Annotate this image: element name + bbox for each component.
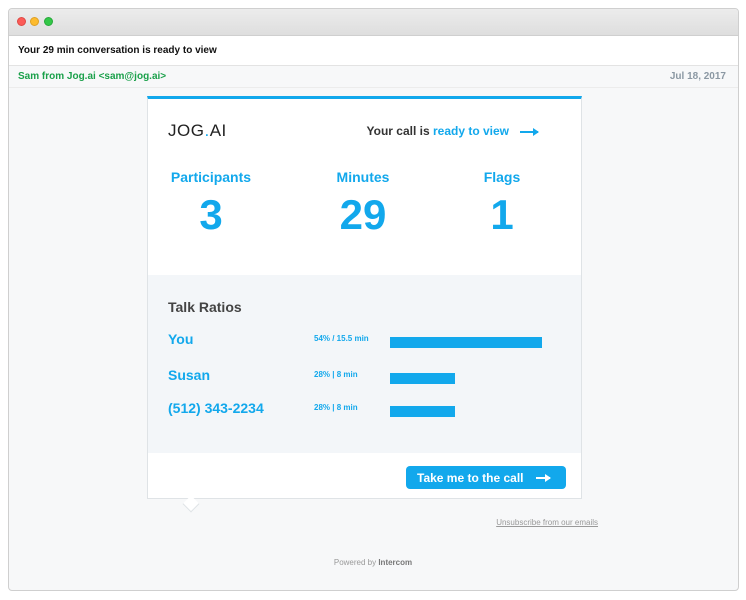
talk-ratio-text: 54% / 15.5 min <box>314 334 369 343</box>
talk-ratio-row: Susan 28% | 8 min <box>168 367 568 387</box>
logo-text-left: JOG <box>168 121 205 140</box>
powered-by-prefix: Powered by <box>333 558 379 567</box>
email-sender: Sam from Jog.ai <sam@jog.ai> <box>18 71 167 82</box>
talk-ratio-row: You 54% / 15.5 min <box>168 331 568 351</box>
ready-to-view-link[interactable]: ready to view <box>433 124 509 138</box>
close-window-button[interactable] <box>17 17 26 26</box>
arrow-right-icon <box>536 474 551 482</box>
talk-ratios-section: Talk Ratios You 54% / 15.5 min Susan 28%… <box>148 275 581 453</box>
powered-by-brand[interactable]: Intercom <box>378 558 412 567</box>
stat-participants: Participants 3 <box>168 169 254 239</box>
talk-ratio-bar <box>390 337 542 348</box>
sender-bar: Sam from Jog.ai <sam@jog.ai> Jul 18, 201… <box>9 66 738 88</box>
participant-name: You <box>168 331 194 347</box>
talk-ratio-text: 28% | 8 min <box>314 370 358 379</box>
talk-ratio-text: 28% | 8 min <box>314 403 358 412</box>
email-date: Jul 18, 2017 <box>669 71 726 82</box>
stat-value: 1 <box>490 191 514 238</box>
stat-label: Minutes <box>336 169 390 185</box>
talk-ratios-title: Talk Ratios <box>168 299 242 315</box>
ready-prefix: Your call is <box>366 124 433 138</box>
stat-value: 29 <box>339 191 387 238</box>
talk-ratio-bar <box>390 373 456 384</box>
talk-ratio-bar-track <box>390 337 542 348</box>
logo-text-right: AI <box>209 121 227 140</box>
maximize-window-button[interactable] <box>44 17 53 26</box>
email-card: JOG.AI Your call is ready to view Partic… <box>147 96 582 499</box>
stat-value: 3 <box>199 191 223 238</box>
take-me-to-the-call-button[interactable]: Take me to the call <box>406 466 566 489</box>
participant-name: (512) 343-2234 <box>168 400 264 416</box>
unsubscribe-link[interactable]: Unsubscribe from our emails <box>496 518 598 527</box>
cta-label: Take me to the call <box>417 470 524 485</box>
stat-label: Participants <box>170 169 252 185</box>
talk-ratio-bar-track <box>390 373 542 384</box>
talk-ratio-row: (512) 343-2234 28% | 8 min <box>168 400 568 420</box>
window-titlebar <box>9 9 738 36</box>
subject-bar: Your 29 min conversation is ready to vie… <box>9 36 738 66</box>
minimize-window-button[interactable] <box>30 17 39 26</box>
card-header: JOG.AI Your call is ready to view Partic… <box>148 99 581 275</box>
stat-flags: Flags 1 <box>480 169 524 239</box>
stat-minutes: Minutes 29 <box>333 169 393 239</box>
arrow-right-icon[interactable] <box>520 128 539 136</box>
ready-message: Your call is ready to view <box>367 124 540 138</box>
jog-ai-logo: JOG.AI <box>168 121 227 141</box>
stat-label: Flags <box>483 169 521 185</box>
email-subject: Your 29 min conversation is ready to vie… <box>18 45 217 56</box>
powered-by: Powered by Intercom <box>0 558 746 567</box>
talk-ratio-bar <box>390 406 456 417</box>
talk-ratio-bar-track <box>390 406 542 417</box>
participant-name: Susan <box>168 367 211 383</box>
card-footer: Take me to the call <box>148 453 581 498</box>
